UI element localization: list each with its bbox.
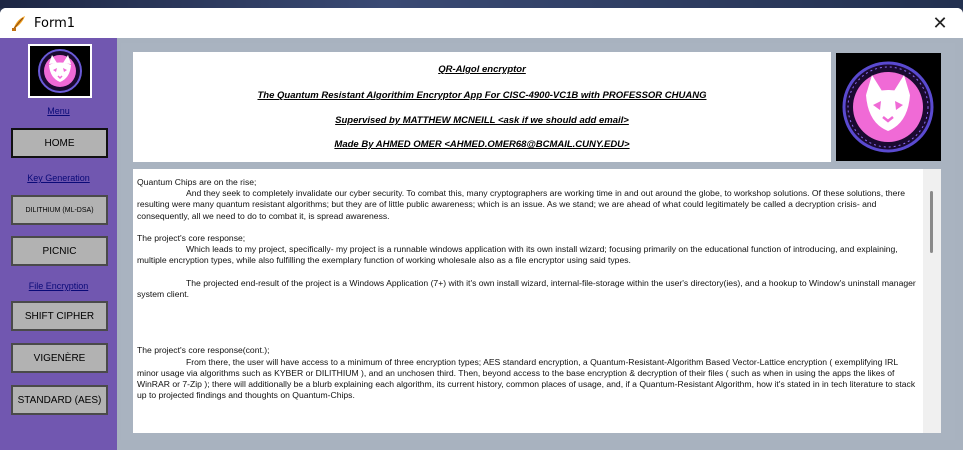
dilithium-button[interactable]: DILITHIUM (ML-DSA) <box>11 195 108 225</box>
supervisor-line: Supervised by MATTHEW MCNEILL <ask if we… <box>335 115 629 126</box>
cat-face-logo-graphic <box>38 49 82 93</box>
home-button[interactable]: HOME <box>11 128 108 158</box>
p1-heading: Quantum Chips are on the rise; <box>137 177 257 187</box>
cat-face-logo-large <box>836 53 941 161</box>
window-title: Form1 <box>34 15 76 31</box>
key-generation-label: Key Generation <box>27 173 90 183</box>
menu-label: Menu <box>47 106 70 116</box>
desktop-background <box>0 0 963 8</box>
close-button[interactable]: ✕ <box>917 8 963 38</box>
author-line: Made By AHMED OMER <AHMED.OMER68@BCMAIL.… <box>334 139 630 150</box>
p3-body: The projected end-result of the project … <box>137 277 916 299</box>
app-subtitle: The Quantum Resistant Algorithim Encrypt… <box>257 90 707 101</box>
description-text: Quantum Chips are on the rise; And they … <box>137 177 919 427</box>
picnic-button[interactable]: PICNIC <box>11 236 108 266</box>
cat-face-logo-large-graphic <box>842 61 934 153</box>
main-panel: QR-Algol encryptor The Quantum Resistant… <box>121 43 955 440</box>
p4-body: From there, the user will have access to… <box>137 356 916 401</box>
sidebar: Menu HOME Key Generation DILITHIUM (ML-D… <box>0 38 117 450</box>
form-client-area: Menu HOME Key Generation DILITHIUM (ML-D… <box>0 38 963 450</box>
app-name-heading: QR-Algol encryptor <box>438 64 526 75</box>
app-window: Form1 ✕ Menu HOME Key Generation DILITHI… <box>0 8 963 450</box>
description-textbox[interactable]: Quantum Chips are on the rise; And they … <box>133 169 941 433</box>
scrollbar-thumb[interactable] <box>930 191 933 253</box>
aes-button[interactable]: STANDARD (AES) <box>11 385 108 415</box>
p1-body: And they seek to completely invalidate o… <box>137 188 906 221</box>
p2-heading: The project's core response; <box>137 233 246 243</box>
file-encryption-label: File Encryption <box>28 281 89 291</box>
header-box: QR-Algol encryptor The Quantum Resistant… <box>133 52 831 162</box>
title-bar[interactable]: Form1 ✕ <box>0 8 963 38</box>
close-icon: ✕ <box>932 12 948 34</box>
p2-body: Which leads to my project, specifically-… <box>137 244 898 266</box>
cat-face-logo <box>28 44 92 98</box>
p4-heading: The project's core response(cont.); <box>137 345 270 356</box>
vigenere-button[interactable]: VIGENÈRE <box>11 343 108 373</box>
vertical-scrollbar[interactable] <box>923 169 941 433</box>
feather-app-icon <box>12 16 25 31</box>
shift-cipher-button[interactable]: SHIFT CIPHER <box>11 301 108 331</box>
